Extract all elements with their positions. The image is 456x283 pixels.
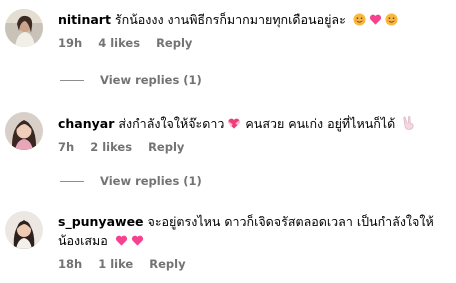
likes-count[interactable]: 1 like <box>98 257 133 271</box>
comment-meta: 7h 2 likes Reply <box>58 140 452 154</box>
reply-button[interactable]: Reply <box>148 140 184 154</box>
timestamp: 19h <box>58 36 83 50</box>
likes-count[interactable]: 4 likes <box>98 36 140 50</box>
pink-heart-icon <box>131 233 144 252</box>
comment-body-continued: คนสวย คนเก่ง อยู่ที่ไหนก็ได้ <box>245 116 396 131</box>
pink-heart-icon <box>115 233 128 252</box>
comment-text: chanyar ส่งกำลังใจให้จ๊ะดาว คนสวย คนเก่ง… <box>58 114 452 135</box>
view-replies-button[interactable]: View replies (1) <box>60 73 202 87</box>
timestamp: 7h <box>58 140 75 154</box>
comment-body: ส่งกำลังใจให้จ๊ะดาว <box>118 116 225 131</box>
view-replies-label: View replies (1) <box>100 174 202 188</box>
avatar[interactable] <box>5 211 43 249</box>
victory-hand-icon <box>402 116 415 135</box>
smiling-face-icon <box>353 12 366 31</box>
likes-count[interactable]: 2 likes <box>90 140 132 154</box>
view-replies-button[interactable]: View replies (1) <box>60 174 202 188</box>
heart-with-ribbon-icon <box>227 116 241 135</box>
username[interactable]: nitinart <box>58 12 111 27</box>
comment-text: nitinart รักน้องงง งานพิธีกรก็มากมายทุกเ… <box>58 10 452 31</box>
timestamp: 18h <box>58 257 83 271</box>
pink-heart-icon <box>369 12 382 31</box>
view-replies-label: View replies (1) <box>100 73 202 87</box>
avatar[interactable] <box>5 112 43 150</box>
comment-body: รักน้องงง งานพิธีกรก็มากมายทุกเดือนอยู่ล… <box>114 12 346 27</box>
smiling-face-icon <box>385 12 398 31</box>
comment-meta: 19h 4 likes Reply <box>58 36 452 50</box>
username[interactable]: s_punyawee <box>58 214 144 229</box>
comment-meta: 18h 1 like Reply <box>58 257 452 271</box>
reply-button[interactable]: Reply <box>149 257 185 271</box>
username[interactable]: chanyar <box>58 116 114 131</box>
avatar[interactable] <box>5 9 43 47</box>
divider-line <box>60 180 84 182</box>
divider-line <box>60 79 84 81</box>
reply-button[interactable]: Reply <box>156 36 192 50</box>
comment-text: s_punyawee จะอยู่ตรงไหน ดาวก็เจิดจรัสตลอ… <box>58 212 452 252</box>
